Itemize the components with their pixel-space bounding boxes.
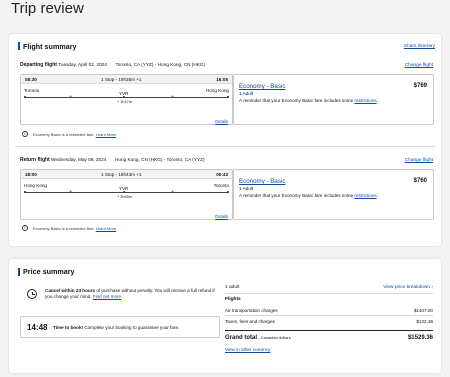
page-title: Trip review: [11, 0, 84, 17]
clock-icon: [27, 289, 37, 299]
timer-message: Time to book! Complete your booking to g…: [53, 325, 179, 330]
departing-layover: + 1h17m: [117, 100, 132, 104]
connection-dot: [123, 96, 126, 99]
info-icon: !: [22, 225, 28, 231]
origin-dot: [24, 191, 27, 194]
grand-total-label: Grand total: [225, 335, 258, 341]
departing-notice-text: Economy Basic is a restricted fare.: [33, 132, 95, 137]
return-details-link[interactable]: Details: [215, 214, 228, 219]
connection-dot: [123, 191, 126, 194]
share-itinerary-link[interactable]: Share itinerary: [404, 44, 435, 49]
return-arr-time: 00:43: [216, 172, 228, 177]
departing-passengers: 1 Adult: [239, 91, 254, 96]
change-departing-flight-link[interactable]: Change flight: [405, 63, 433, 68]
departing-date: Tuesday, April 02, 2024: [58, 62, 107, 67]
flight-summary-title: Flight summary: [23, 42, 77, 51]
adults-count: 1 adult: [225, 285, 240, 290]
air-charges-label: Air transportation charges: [225, 308, 278, 313]
booking-timer: 14:48: [27, 323, 48, 332]
change-return-flight-link[interactable]: Change flight: [405, 158, 433, 163]
return-dep-time: 18:00: [25, 172, 37, 177]
cancel-policy-text: Cancel within 24 hours of purchase witho…: [45, 288, 220, 301]
timer-text: Complete your booking to guarantee your …: [84, 325, 180, 330]
return-stops: 1 Stop - 18h43m +1: [101, 172, 142, 177]
departing-arr-time: 16:05: [216, 77, 228, 82]
return-reminder-text: A reminder that your Economy Basic fare …: [239, 193, 354, 198]
view-price-breakdown-label: View price breakdown: [383, 285, 431, 290]
departing-fare-box: Economy - Basic $769 1 Adult A reminder …: [233, 74, 434, 125]
return-heading: Return flight: [20, 157, 50, 163]
chevron-right-icon: ›: [431, 285, 433, 290]
taxes-label: Taxes, fees and charges: [225, 319, 275, 324]
return-reminder: A reminder that your Economy Basic fare …: [239, 193, 378, 198]
plane-icon: ✈: [171, 94, 175, 99]
departing-route: Toronto, CA (YYZ) - Hong Kong, CN (HKG): [115, 62, 206, 67]
section-accent-bar: [18, 268, 20, 276]
booking-timer-box: 14:48 Time to book! Complete your bookin…: [20, 316, 220, 338]
return-learn-more-link[interactable]: Learn More: [96, 226, 116, 231]
flights-label: Flights: [225, 297, 241, 302]
flight-summary-card: Flight summary Share itinerary Departing…: [9, 34, 441, 246]
origin-dot: [24, 96, 27, 99]
departing-price: $769: [413, 83, 427, 89]
price-summary-title: Price summary: [23, 267, 75, 276]
departing-reminder: A reminder that your Economy Basic fare …: [239, 98, 378, 103]
departing-fare-name[interactable]: Economy - Basic: [239, 83, 285, 90]
find-out-more-link[interactable]: Find out more: [93, 294, 121, 299]
return-flight-header: Return flight Wednesday, May 08, 2024 Ho…: [20, 157, 205, 163]
info-icon: !: [22, 131, 28, 137]
return-notice-text: Economy Basic is a restricted fare.: [33, 226, 95, 231]
destination-dot: [226, 96, 229, 99]
departing-origin: Toronto: [24, 88, 40, 93]
return-restrictions-link[interactable]: restrictions: [354, 193, 376, 198]
plane-icon: ✈: [69, 189, 73, 194]
timer-bold: Time to book!: [53, 325, 84, 330]
cancel-policy-bold: Cancel within 24 hours: [45, 288, 96, 293]
departing-destination: Hong Kong: [206, 88, 229, 93]
return-fare-box: Economy - Basic $760 1 Adult A reminder …: [233, 169, 434, 220]
departing-learn-more-link[interactable]: Learn More: [96, 132, 116, 137]
price-summary-card: Price summary Cancel within 24 hours of …: [9, 259, 441, 373]
departing-flight-header: Departing flight Tuesday, April 02, 2024…: [20, 62, 205, 68]
plane-icon: ✈: [69, 94, 73, 99]
return-passengers: 1 Adult: [239, 186, 254, 191]
divider: [15, 146, 435, 147]
grand-total-value: $1529.36: [407, 335, 433, 341]
taxes-value: $122.36: [416, 319, 433, 324]
departing-notice: Economy Basic is a restricted fare. Lear…: [33, 132, 116, 137]
return-origin: Hong Kong: [24, 183, 47, 188]
return-route-line: [25, 192, 228, 193]
return-route: Hong Kong, CN (HKG) - Toronto, CA (YYZ): [115, 157, 205, 162]
air-charges-value: $1407.00: [413, 308, 433, 313]
departing-stops: 1 Stop - 19h35m +1: [101, 77, 142, 82]
total-divider: [225, 330, 433, 331]
departing-dep-time: 08:30: [25, 77, 37, 82]
departing-details-link[interactable]: Details: [215, 119, 228, 124]
view-price-breakdown-link[interactable]: View price breakdown ›: [383, 285, 433, 290]
return-notice: Economy Basic is a restricted fare. Lear…: [33, 226, 116, 231]
currency-note: - Canadian dollars: [258, 335, 291, 340]
plane-icon: ✈: [171, 189, 175, 194]
return-destination: Toronto: [213, 183, 229, 188]
departing-heading: Departing flight: [20, 62, 57, 68]
return-itinerary-box[interactable]: 18:00 1 Stop - 18h43m +1 00:43 Hong Kong…: [20, 169, 233, 220]
divider: [225, 315, 433, 316]
departing-restrictions-link[interactable]: restrictions: [354, 98, 376, 103]
departing-reminder-text: A reminder that your Economy Basic fare …: [239, 98, 354, 103]
return-fare-name[interactable]: Economy - Basic: [239, 178, 285, 185]
view-other-currency-link[interactable]: View in other currency: [225, 347, 270, 352]
departing-itinerary-box[interactable]: 08:30 1 Stop - 19h35m +1 16:05 Toronto H…: [20, 74, 233, 125]
return-layover: + 2h45m: [117, 195, 132, 199]
departing-route-line: [25, 97, 228, 98]
grand-total-row: Grand total - Canadian dollars: [225, 335, 291, 341]
section-accent-bar: [18, 42, 20, 50]
return-price: $760: [413, 178, 427, 184]
destination-dot: [226, 191, 229, 194]
divider: [225, 293, 433, 294]
return-date: Wednesday, May 08, 2024: [51, 157, 107, 162]
